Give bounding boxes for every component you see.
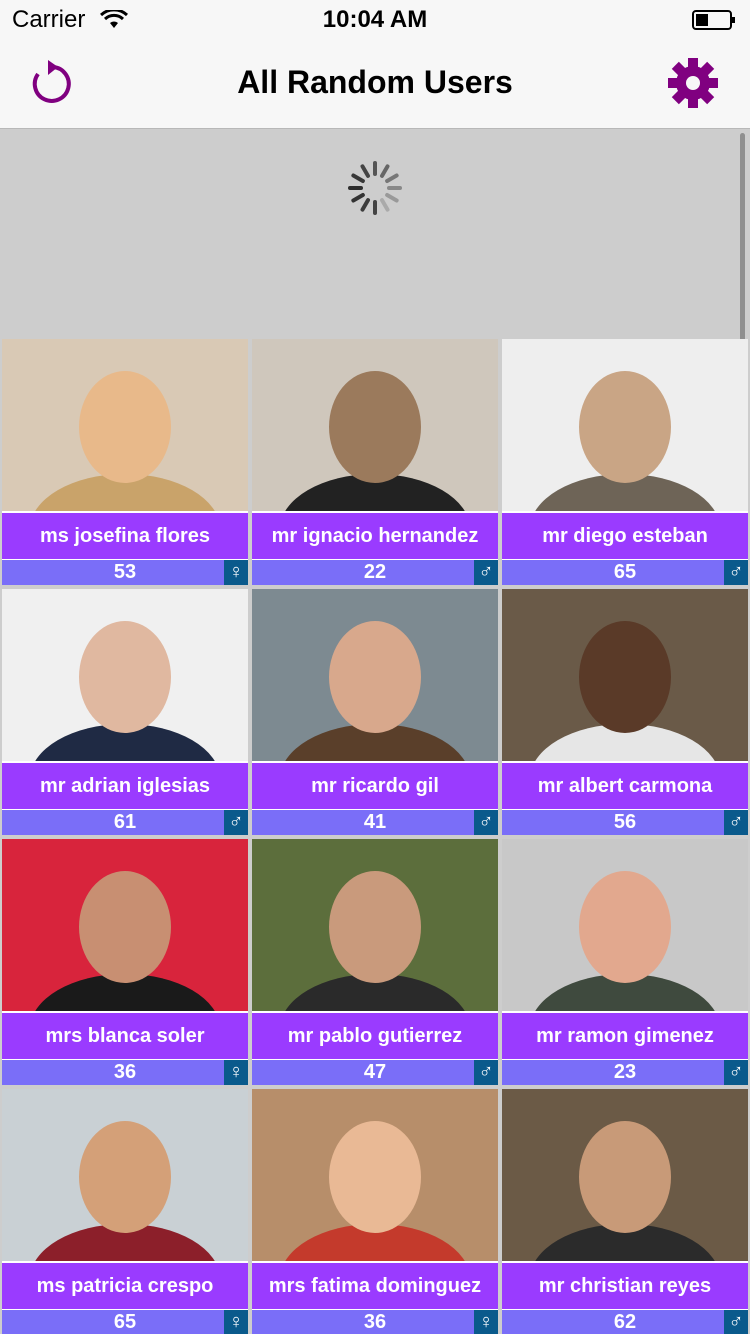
user-card[interactable]: ms patricia crespo 65 ♀ bbox=[2, 1089, 248, 1334]
female-icon: ♀ bbox=[224, 1060, 248, 1085]
user-avatar bbox=[502, 589, 748, 761]
user-avatar bbox=[2, 1089, 248, 1261]
user-avatar bbox=[2, 589, 248, 761]
loading-spinner-icon bbox=[348, 161, 402, 215]
user-name: mrs blanca soler bbox=[2, 1013, 248, 1059]
female-icon: ♀ bbox=[224, 560, 248, 585]
user-age: 23 bbox=[502, 1060, 748, 1085]
user-name: mr ramon gimenez bbox=[502, 1013, 748, 1059]
female-icon: ♀ bbox=[474, 1310, 498, 1334]
female-icon: ♀ bbox=[224, 1310, 248, 1334]
user-avatar bbox=[252, 339, 498, 511]
user-card[interactable]: mr adrian iglesias 61 ♂ bbox=[2, 589, 248, 835]
user-age: 22 bbox=[252, 560, 498, 585]
user-age: 65 bbox=[502, 560, 748, 585]
user-age: 62 bbox=[502, 1310, 748, 1334]
user-age: 61 bbox=[2, 810, 248, 835]
user-age: 41 bbox=[252, 810, 498, 835]
male-icon: ♂ bbox=[474, 1060, 498, 1085]
user-name: mr adrian iglesias bbox=[2, 763, 248, 809]
user-age: 56 bbox=[502, 810, 748, 835]
male-icon: ♂ bbox=[724, 810, 748, 835]
user-age: 53 bbox=[2, 560, 248, 585]
user-name: mr ignacio hernandez bbox=[252, 513, 498, 559]
user-card[interactable]: mr albert carmona 56 ♂ bbox=[502, 589, 748, 835]
user-avatar bbox=[502, 839, 748, 1011]
settings-button[interactable] bbox=[666, 56, 720, 110]
pull-to-refresh-area bbox=[0, 129, 750, 339]
user-name: ms patricia crespo bbox=[2, 1263, 248, 1309]
user-card[interactable]: mr christian reyes 62 ♂ bbox=[502, 1089, 748, 1334]
user-card[interactable]: mr ramon gimenez 23 ♂ bbox=[502, 839, 748, 1085]
user-avatar bbox=[502, 339, 748, 511]
user-avatar bbox=[2, 839, 248, 1011]
user-name: mr christian reyes bbox=[502, 1263, 748, 1309]
male-icon: ♂ bbox=[474, 810, 498, 835]
male-icon: ♂ bbox=[724, 1060, 748, 1085]
user-name: mr albert carmona bbox=[502, 763, 748, 809]
navigation-bar: All Random Users bbox=[0, 40, 750, 129]
user-avatar bbox=[502, 1089, 748, 1261]
male-icon: ♂ bbox=[724, 1310, 748, 1334]
user-card[interactable]: mr diego esteban 65 ♂ bbox=[502, 339, 748, 585]
male-icon: ♂ bbox=[724, 560, 748, 585]
gear-icon bbox=[668, 58, 718, 108]
user-name: ms josefina flores bbox=[2, 513, 248, 559]
user-avatar bbox=[252, 589, 498, 761]
user-age: 65 bbox=[2, 1310, 248, 1334]
user-card[interactable]: mrs blanca soler 36 ♀ bbox=[2, 839, 248, 1085]
user-card[interactable]: mr ignacio hernandez 22 ♂ bbox=[252, 339, 498, 585]
user-avatar bbox=[2, 339, 248, 511]
user-card[interactable]: ms josefina flores 53 ♀ bbox=[2, 339, 248, 585]
male-icon: ♂ bbox=[224, 810, 248, 835]
user-card[interactable]: mr ricardo gil 41 ♂ bbox=[252, 589, 498, 835]
clock: 10:04 AM bbox=[322, 6, 428, 33]
user-avatar bbox=[252, 839, 498, 1011]
user-age: 36 bbox=[252, 1310, 498, 1334]
user-name: mrs fatima dominguez bbox=[252, 1263, 498, 1309]
user-name: mr pablo gutierrez bbox=[252, 1013, 498, 1059]
user-age: 47 bbox=[252, 1060, 498, 1085]
user-name: mr diego esteban bbox=[502, 513, 748, 559]
user-age: 36 bbox=[2, 1060, 248, 1085]
male-icon: ♂ bbox=[474, 560, 498, 585]
user-collection[interactable]: ms josefina flores 53 ♀ mr ignacio hernande… bbox=[0, 129, 750, 1334]
user-avatar bbox=[252, 1089, 498, 1261]
user-name: mr ricardo gil bbox=[252, 763, 498, 809]
battery-icon bbox=[692, 10, 735, 30]
user-card[interactable]: mr pablo gutierrez 47 ♂ bbox=[252, 839, 498, 1085]
user-card[interactable]: mrs fatima dominguez 36 ♀ bbox=[252, 1089, 498, 1334]
page-title: All Random Users bbox=[237, 64, 513, 100]
status-bar: Carrier 10:04 AM bbox=[0, 0, 750, 40]
